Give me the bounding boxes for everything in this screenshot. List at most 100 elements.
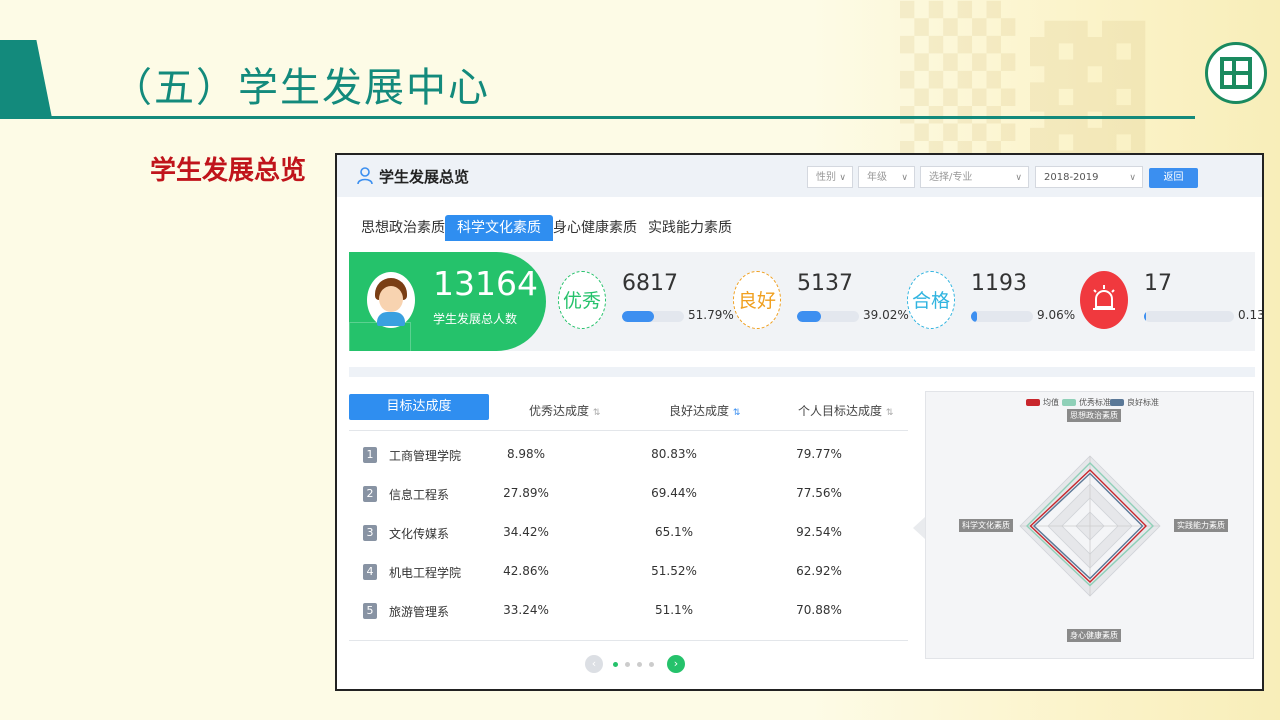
table-row[interactable]: 1 工商管理学院 8.98% 80.83% 79.77% [349,441,908,480]
good-percent: 39.02% [863,308,909,322]
personal-rate: 79.77% [796,447,842,461]
chevron-down-icon: ∨ [1015,173,1022,183]
excellent-rate: 34.42% [503,525,549,539]
user-icon [357,167,373,185]
pass-progress [971,311,1033,322]
avatar [367,272,415,328]
excellent-rate: 42.86% [503,564,549,578]
table-row[interactable]: 2 信息工程系 27.89% 69.44% 77.56% [349,480,908,519]
alarm-progress [1144,311,1234,322]
pass-count: 1193 [971,271,1027,296]
table-row[interactable]: 3 文化传媒系 34.42% 65.1% 92.54% [349,519,908,558]
col-header-excellent-label: 优秀达成度 [529,404,590,418]
good-rate: 69.44% [651,486,697,500]
college-name: 旅游管理系 [389,605,450,619]
header-accent [0,40,52,118]
back-button[interactable]: 返回 [1149,168,1198,188]
school-logo [1205,42,1267,104]
page-dot-1[interactable] [613,662,618,667]
header-divider [0,116,1195,119]
watermark-glyph: ▒ [900,0,1016,176]
total-students-card: 13164 学生发展总人数 [349,252,546,351]
college-name: 机电工程学院 [389,566,462,580]
major-select[interactable]: 选择/专业 ∨ [920,166,1029,188]
grade-select[interactable]: 年级 ∨ [858,166,915,188]
grade-select-value: 年级 [867,172,887,183]
col-header-personal-label: 个人目标达成度 [798,404,883,418]
personal-rate: 62.92% [796,564,842,578]
row-index: 4 [363,564,377,580]
page-dot-3[interactable] [637,662,642,667]
chevron-down-icon: ∨ [839,173,846,183]
good-rate: 51.1% [654,603,694,617]
alarm-percent: 0.13% [1238,308,1264,322]
good-rate: 51.52% [651,564,697,578]
card-decoration [349,322,411,351]
radar-chart-panel: 均值 优秀标准 良好标准 思想政治素质 实践能力素质 身心健康素质 科学文化素质 [925,391,1254,659]
section-divider [349,367,1255,377]
chevron-down-icon: ∨ [1129,173,1136,183]
personal-rate: 92.54% [796,525,842,539]
axis-label-health: 身心健康素质 [1067,629,1121,642]
table-header-divider [349,430,908,431]
col-header-good[interactable]: 良好达成度 ⇅ [669,402,740,419]
next-page-button[interactable]: › [667,655,685,673]
row-index: 3 [363,525,377,541]
goal-achievement-tab[interactable]: 目标达成度 [349,394,489,420]
row-index: 5 [363,603,377,619]
row-index: 1 [363,447,377,463]
dashboard-screenshot: 学生发展总览 性别 ∨ 年级 ∨ 选择/专业 ∨ 2018-2019 ∨ 返回 思想政治… [335,153,1264,691]
excellent-rate: 33.24% [503,603,549,617]
row-index: 2 [363,486,377,502]
excellent-badge: 优秀 [558,271,606,329]
major-select-value: 选择/专业 [929,172,973,183]
sort-icon: ⇅ [732,408,741,418]
total-students-value: 13164 [433,264,538,303]
excellent-percent: 51.79% [688,308,734,322]
page-dot-2[interactable] [625,662,630,667]
page-dot-4[interactable] [649,662,654,667]
col-header-personal[interactable]: 个人目标达成度 ⇅ [798,402,893,419]
axis-label-political: 思想政治素质 [1067,409,1121,422]
alarm-count: 17 [1144,271,1172,296]
dashboard-title: 学生发展总览 [379,168,470,186]
pass-progress-fill [971,311,977,322]
col-header-good-label: 良好达成度 [669,404,730,418]
good-rate: 80.83% [651,447,697,461]
tab-science-culture[interactable]: 科学文化素质 [445,215,553,241]
axis-label-science: 科学文化素质 [959,519,1013,532]
gender-select-value: 性别 [816,172,836,183]
total-students-label: 学生发展总人数 [433,312,518,326]
table-row[interactable]: 4 机电工程学院 42.86% 51.52% 62.92% [349,558,908,597]
excellent-rate: 8.98% [506,447,546,461]
collapse-arrow[interactable] [913,517,925,539]
section-label: 学生发展总览 [150,156,307,186]
personal-rate: 77.56% [796,486,842,500]
personal-rate: 70.88% [796,603,842,617]
excellent-count: 6817 [622,271,678,296]
year-select-value: 2018-2019 [1044,172,1099,183]
excellent-progress [622,311,684,322]
axis-label-practice: 实践能力素质 [1174,519,1228,532]
chevron-down-icon: ∨ [901,173,908,183]
gender-select[interactable]: 性别 ∨ [807,166,853,188]
college-name: 工商管理学院 [389,449,462,463]
sort-icon: ⇅ [885,408,894,418]
college-name: 文化传媒系 [389,527,450,541]
year-select[interactable]: 2018-2019 ∨ [1035,166,1143,188]
excellent-progress-fill [622,311,655,322]
sort-icon: ⇅ [592,408,601,418]
tab-practice[interactable]: 实践能力素质 [648,215,732,241]
col-header-excellent[interactable]: 优秀达成度 ⇅ [529,402,600,419]
tab-political[interactable]: 思想政治素质 [361,215,445,241]
table-footer-divider [349,640,908,641]
good-progress [797,311,859,322]
alarm-icon [1080,271,1128,329]
excellent-rate: 27.89% [503,486,549,500]
tab-health[interactable]: 身心健康素质 [553,215,637,241]
good-progress-fill [797,311,822,322]
pass-badge: 合格 [907,271,955,329]
good-badge: 良好 [733,271,781,329]
prev-page-button[interactable]: ‹ [585,655,603,673]
table-row[interactable]: 5 旅游管理系 33.24% 51.1% 70.88% [349,597,908,636]
